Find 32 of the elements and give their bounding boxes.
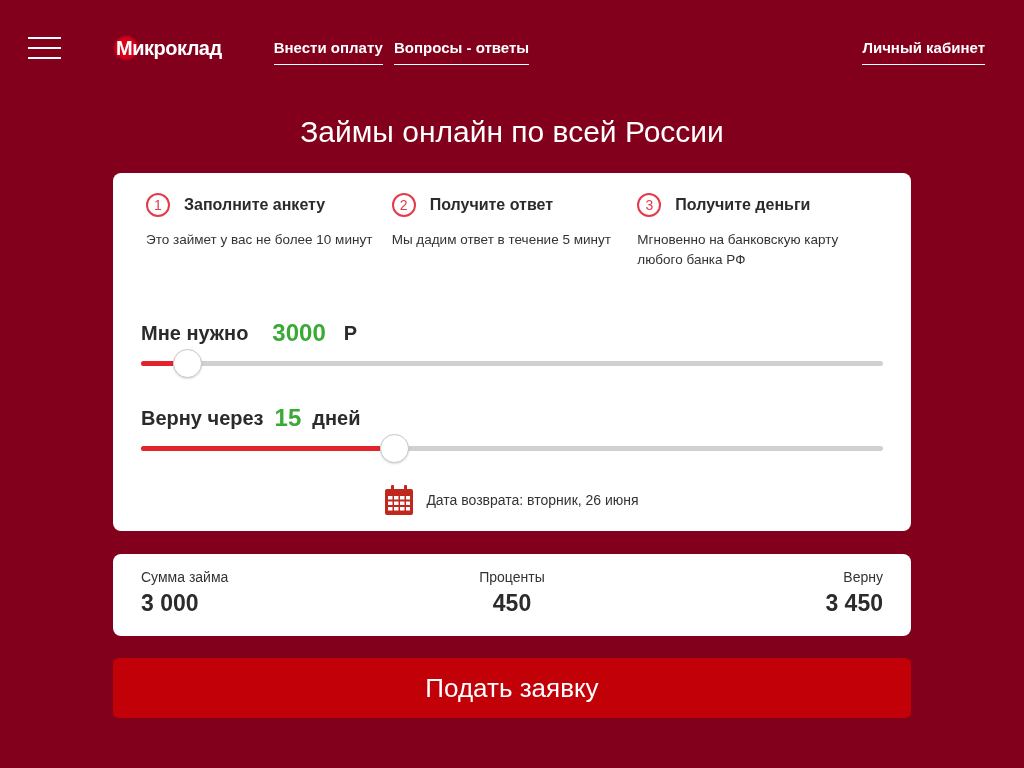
slider-unit: дней: [312, 406, 361, 431]
slider-unit: Р: [343, 321, 358, 346]
logo[interactable]: Микроклад: [113, 32, 222, 63]
page-title: Займы онлайн по всей России: [299, 114, 725, 150]
slider-thumb[interactable]: [380, 433, 410, 463]
summary-label: Сумма займа: [141, 568, 229, 587]
summary-label: Проценты: [479, 568, 545, 587]
slider-value: 15: [274, 403, 302, 433]
summary-value: 450: [492, 589, 532, 617]
account-link[interactable]: Личный кабинет: [862, 30, 985, 65]
slider-value: 3000: [272, 318, 326, 348]
nav-link[interactable]: Внести оплату: [273, 30, 383, 65]
slider-thumb[interactable]: [173, 348, 203, 378]
step-description: Это займет у вас не более 10 минут: [146, 231, 374, 249]
step-title: Получите деньги: [675, 195, 811, 215]
calendar-icon: [385, 485, 414, 515]
step-number: 3: [637, 193, 662, 217]
step-number: 1: [146, 193, 170, 217]
slider-label: Мне нужно: [141, 321, 249, 346]
slider-label: Верну через: [141, 406, 264, 431]
submit-application-button[interactable]: Подать заявку: [113, 658, 911, 718]
step-number: 2: [391, 193, 416, 217]
summary-label: Верну: [843, 568, 883, 587]
step-description: Мы дадим ответ в течение 5 минут: [391, 231, 612, 249]
return-date-text: Дата возврата: вторник, 26 июня: [426, 490, 639, 510]
step-title: Получите ответ: [429, 195, 554, 215]
menu-icon[interactable]: [28, 36, 61, 59]
summary-value: 3 000: [141, 589, 199, 617]
summary-value: 3 450: [825, 589, 883, 617]
nav-link[interactable]: Вопросы - ответы: [393, 30, 530, 65]
step-title: Заполните анкету: [184, 195, 326, 215]
step-description: Мгновенно на банковскую карту любого банка РФ: [637, 231, 840, 269]
